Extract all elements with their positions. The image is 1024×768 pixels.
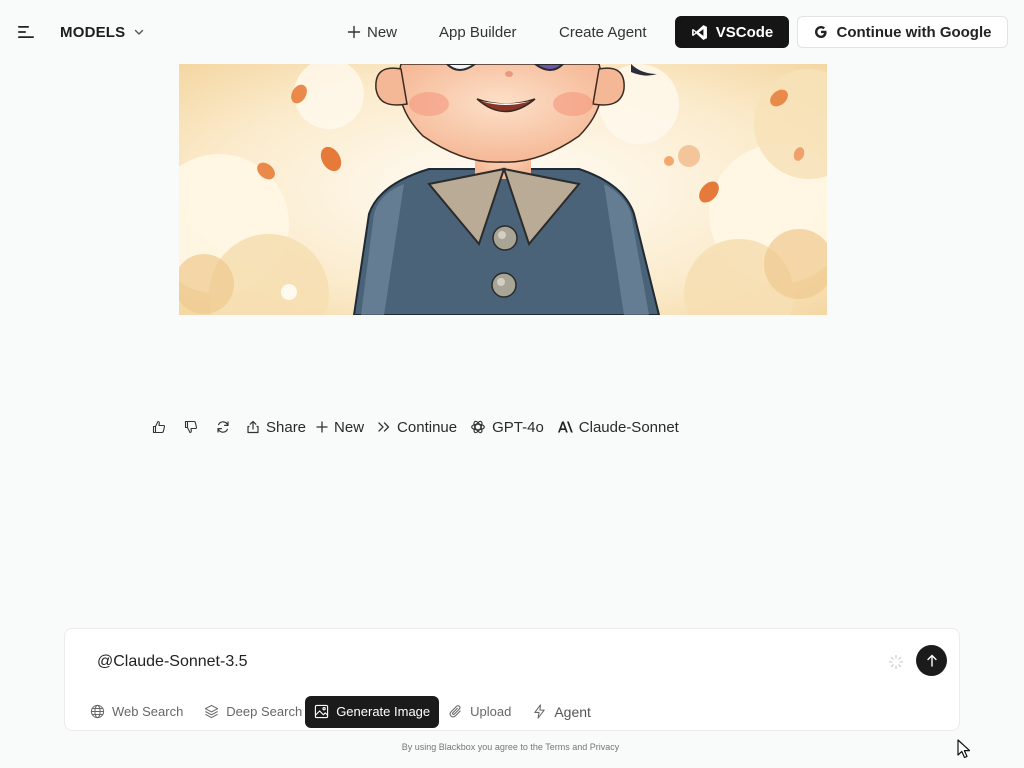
new-button[interactable]: New: [316, 419, 364, 436]
dislike-button[interactable]: [182, 418, 200, 436]
globe-icon: [90, 704, 105, 719]
models-dropdown[interactable]: MODELS: [60, 20, 145, 44]
app-builder-link[interactable]: App Builder: [439, 20, 517, 44]
mouse-cursor-icon: [957, 739, 971, 759]
deep-search-button[interactable]: Deep Search: [195, 696, 311, 728]
continue-button[interactable]: Continue: [377, 419, 457, 436]
sparkle-icon: [534, 704, 546, 719]
chat-composer: @Claude-Sonnet-3.5 Web Search Deep Searc…: [64, 628, 960, 731]
continue-with-google-button[interactable]: Continue with Google: [797, 16, 1008, 48]
message-input[interactable]: @Claude-Sonnet-3.5: [97, 653, 248, 671]
send-button[interactable]: [916, 645, 947, 676]
double-chevron-icon: [378, 422, 390, 432]
arrow-up-icon: [926, 654, 937, 667]
top-bar: MODELS New App Builder Create Agent VSCo…: [0, 0, 1024, 64]
openai-icon: [471, 420, 485, 434]
vscode-button[interactable]: VSCode: [675, 16, 789, 48]
share-icon: [247, 420, 259, 434]
plus-icon: [347, 25, 361, 39]
generate-image-label: Generate Image: [336, 704, 431, 719]
app-builder-label: App Builder: [439, 23, 517, 41]
message-actions: Share New Continue GPT-4o Claude-Sonnet: [150, 414, 679, 440]
new-label: New: [334, 418, 365, 436]
create-agent-link[interactable]: Create Agent: [559, 20, 647, 44]
layers-icon: [205, 704, 219, 719]
share-button[interactable]: Share: [246, 419, 306, 436]
menu-icon: [18, 26, 34, 38]
upload-button[interactable]: Upload: [439, 696, 520, 728]
regenerate-button[interactable]: [214, 418, 232, 436]
new-chat-button[interactable]: New: [347, 20, 397, 44]
chevron-down-icon: [135, 29, 144, 35]
refresh-icon: [217, 421, 229, 433]
generated-image: [179, 64, 827, 315]
web-search-label: Web Search: [112, 704, 184, 719]
deep-search-label: Deep Search: [226, 704, 303, 719]
generate-image-button[interactable]: Generate Image: [305, 695, 440, 728]
google-icon: [814, 26, 827, 38]
composer-tools: Web Search Deep Search Generate Image Up…: [81, 695, 600, 728]
continue-label: Continue: [397, 418, 458, 436]
gpt-4o-button[interactable]: GPT-4o: [470, 419, 544, 436]
create-agent-label: Create Agent: [559, 23, 647, 41]
claude-sonnet-button[interactable]: Claude-Sonnet: [557, 419, 679, 436]
vscode-label: VSCode: [715, 23, 774, 41]
like-button[interactable]: [150, 418, 168, 436]
web-search-button[interactable]: Web Search: [81, 696, 192, 728]
menu-button[interactable]: [14, 20, 38, 44]
thumbs-down-icon: [184, 420, 198, 434]
agent-label: Agent: [554, 703, 591, 720]
terms-notice: By using Blackbox you agree to the Terms…: [401, 742, 620, 752]
thumbs-up-icon: [152, 420, 166, 434]
models-label: MODELS: [60, 23, 126, 41]
anthropic-icon: [557, 421, 573, 433]
share-label: Share: [266, 418, 307, 436]
agent-button[interactable]: Agent: [523, 696, 600, 728]
new-label: New: [367, 23, 398, 41]
vscode-icon: [691, 24, 707, 40]
upload-label: Upload: [470, 704, 512, 719]
google-label: Continue with Google: [836, 23, 992, 41]
loading-spinner-icon: [888, 654, 904, 670]
gpt-4o-label: GPT-4o: [492, 418, 544, 436]
image-icon: [315, 704, 329, 719]
claude-sonnet-label: Claude-Sonnet: [578, 418, 679, 436]
plus-icon: [316, 421, 328, 433]
paperclip-icon: [449, 705, 461, 718]
